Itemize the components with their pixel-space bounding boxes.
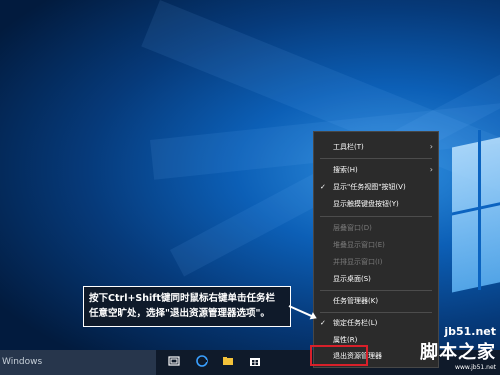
- taskbar-search-box[interactable]: Windows: [0, 350, 156, 375]
- watermark-logo-text: 脚本之家: [420, 342, 496, 363]
- menu-item-label: 显示触摸键盘按钮(Y): [333, 200, 399, 208]
- menu-item-label: 显示桌面(S): [333, 275, 371, 283]
- windows-logo-divider: [478, 130, 481, 290]
- chevron-right-icon: ›: [429, 165, 433, 174]
- menu-item-touch-keyboard[interactable]: 显示触摸键盘按钮(Y): [314, 196, 438, 212]
- menu-item-label: 任务管理器(K): [333, 297, 379, 305]
- edge-icon[interactable]: [195, 355, 209, 369]
- menu-item-label: 工具栏(T): [333, 143, 364, 151]
- instruction-callout: 按下Ctrl+Shift键同时鼠标右键单击任务栏 任意空旷处，选择"退出资源管理…: [83, 286, 291, 327]
- menu-separator: [320, 216, 432, 217]
- menu-item-label: 并排显示窗口(I): [333, 258, 383, 266]
- menu-item-label: 层叠窗口(D): [333, 224, 372, 232]
- menu-item-show-desktop[interactable]: 显示桌面(S): [314, 271, 438, 287]
- checkmark-icon: ✓: [320, 319, 326, 327]
- site-watermark: jb51.net 脚本之家 www.jb51.net: [420, 325, 496, 371]
- menu-item-toolbars[interactable]: 工具栏(T) ›: [314, 139, 438, 155]
- menu-item-stacked: 堆叠显示窗口(E): [314, 237, 438, 253]
- menu-item-show-task-view[interactable]: ✓ 显示"任务视图"按钮(V): [314, 179, 438, 195]
- menu-separator: [320, 290, 432, 291]
- store-icon[interactable]: [248, 355, 262, 369]
- menu-item-search[interactable]: 搜索(H) ›: [314, 162, 438, 178]
- instruction-line-2: 任意空旷处，选择"退出资源管理器选项"。: [89, 308, 270, 319]
- chevron-right-icon: ›: [429, 142, 433, 151]
- exit-explorer-highlight-box: [310, 345, 368, 366]
- menu-item-label: 属性(R): [333, 336, 358, 344]
- menu-item-side-by-side: 并排显示窗口(I): [314, 254, 438, 270]
- menu-separator: [320, 158, 432, 159]
- file-explorer-icon[interactable]: [221, 355, 235, 369]
- task-view-icon[interactable]: [167, 355, 181, 369]
- menu-item-task-manager[interactable]: 任务管理器(K): [314, 293, 438, 309]
- menu-item-label: 锁定任务栏(L): [333, 319, 378, 327]
- watermark-domain: jb51.net: [444, 325, 496, 338]
- menu-separator: [320, 312, 432, 313]
- menu-item-label: 搜索(H): [333, 166, 358, 174]
- checkmark-icon: ✓: [320, 183, 326, 191]
- instruction-line-1: 按下Ctrl+Shift键同时鼠标右键单击任务栏: [89, 293, 275, 304]
- watermark-url: www.jb51.net: [455, 364, 496, 371]
- menu-item-label: 显示"任务视图"按钮(V): [333, 183, 406, 191]
- search-box-text: Windows: [2, 357, 43, 367]
- menu-item-label: 堆叠显示窗口(E): [333, 241, 385, 249]
- menu-item-cascade: 层叠窗口(D): [314, 220, 438, 236]
